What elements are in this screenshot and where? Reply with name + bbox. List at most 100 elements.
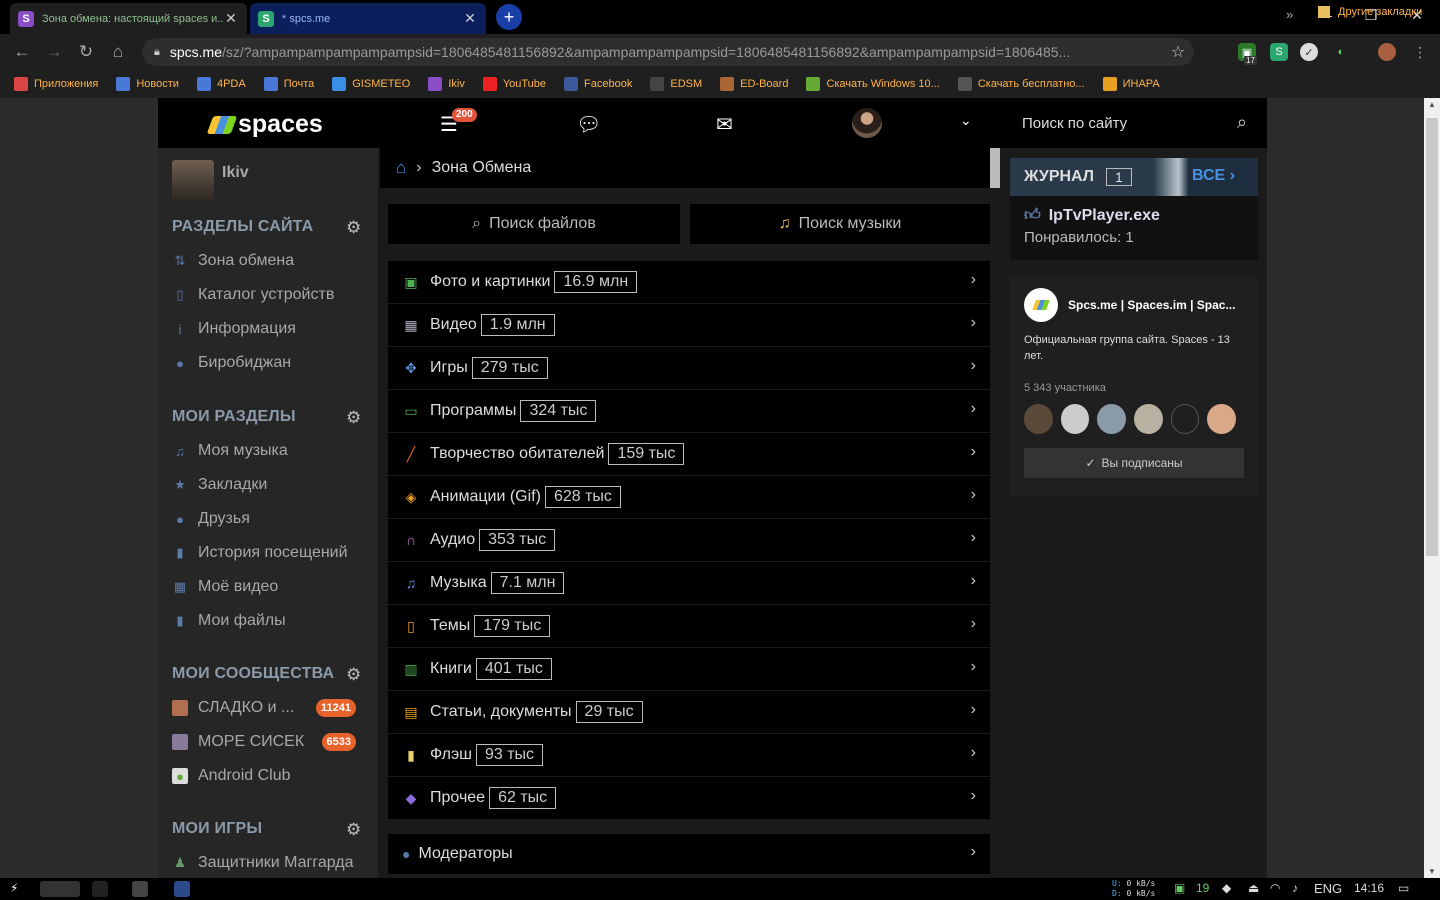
language-indicator[interactable]: ENG <box>1314 881 1342 896</box>
bookmark-item[interactable]: Скачать Windows 10... <box>806 77 940 91</box>
forward-icon[interactable]: → <box>42 40 66 64</box>
sidebar-item-my-music[interactable]: ♫ Моя музыка <box>172 442 372 460</box>
tab-exchange-zone[interactable]: S Зона обмена: настоящий spaces и... ✕ <box>10 3 247 34</box>
sidebar-community[interactable]: ● Android Club <box>172 767 372 785</box>
tray-drop-icon[interactable]: ◆ <box>1222 881 1231 895</box>
clock[interactable]: 14:16 <box>1354 881 1384 895</box>
bookmark-item[interactable]: Facebook <box>564 77 632 91</box>
sidebar-item-city[interactable]: ● Биробиджан <box>172 354 372 372</box>
subscribed-button[interactable]: ✓ Вы подписаны <box>1024 448 1244 478</box>
category-row[interactable]: ▭ Программы 324 тыс › <box>388 390 990 432</box>
journal-all-link[interactable]: ВСЕ › <box>1192 167 1235 185</box>
scroll-up-icon[interactable]: ▲ <box>1424 100 1440 109</box>
back-icon[interactable]: ← <box>10 40 34 64</box>
reload-icon[interactable]: ↻ <box>74 40 98 64</box>
close-tab-icon[interactable]: ✕ <box>462 10 478 27</box>
start-icon[interactable]: ⚡ <box>10 881 26 897</box>
sidebar-item-my-files[interactable]: ▮ Мои файлы <box>172 612 372 630</box>
sidebar-item-device-catalog[interactable]: ▯ Каталог устройств <box>172 286 372 304</box>
bookmark-item[interactable]: ED-Board <box>720 77 788 91</box>
avatar[interactable] <box>1207 404 1237 434</box>
sidebar-item-exchange-zone[interactable]: ⇅ Зона обмена <box>172 252 372 270</box>
close-tab-icon[interactable]: ✕ <box>223 10 239 27</box>
other-bookmarks[interactable]: Другие закладки <box>1318 6 1422 18</box>
taskbar-app-icon[interactable] <box>132 881 148 897</box>
bookmarks-more-icon[interactable]: » <box>1286 7 1293 22</box>
tab-spcs[interactable]: S * spcs.me ✕ <box>250 3 486 34</box>
tray-app-icon[interactable]: ▣ <box>1174 881 1185 895</box>
chat-icon[interactable]: 💬︎ <box>576 112 601 137</box>
bookmark-item[interactable]: 4PDA <box>196 77 246 91</box>
volume-icon[interactable]: ♪ <box>1292 881 1298 895</box>
address-bar[interactable]: 🔒︎ spcs.me/sz/?ampampampampampampsid=180… <box>142 38 1194 66</box>
category-row[interactable]: ▯ Темы 179 тыс › <box>388 605 990 647</box>
wifi-icon[interactable]: ◠ <box>1270 881 1280 895</box>
category-row[interactable]: ♫ Музыка 7.1 млн › <box>388 562 990 604</box>
home-icon[interactable]: ⌂ <box>106 40 130 64</box>
sidebar-community[interactable]: МОРЕ СИСЕК 6533 <box>172 733 372 751</box>
sidebar-item-bookmarks[interactable]: ★ Закладки <box>172 476 372 494</box>
gear-icon[interactable]: ⚙ <box>346 820 361 840</box>
avatar[interactable] <box>1097 404 1126 434</box>
bookmark-item[interactable]: Приложения <box>14 77 98 91</box>
avatar[interactable] <box>1024 404 1053 434</box>
menu-kebab-icon[interactable]: ⋮ <box>1408 40 1432 64</box>
bookmark-item[interactable]: ИНАРА <box>1102 77 1160 91</box>
gear-icon[interactable]: ⚙ <box>346 665 361 685</box>
new-tab-button[interactable]: + <box>496 4 522 30</box>
sidebar-item-game[interactable]: ♟ Защитники Маггарда <box>172 854 372 872</box>
group-header[interactable]: Spcs.me | Spaces.im | Spac... <box>1024 288 1244 322</box>
taskbar-chrome[interactable] <box>40 881 80 897</box>
taskbar-app-icon[interactable] <box>174 881 190 897</box>
category-row[interactable]: ◆ Прочее 62 тыс › <box>388 777 990 819</box>
gear-icon[interactable]: ⚙ <box>346 408 361 428</box>
site-search-input[interactable]: Поиск по сайту ⌕ <box>1010 98 1267 148</box>
bookmark-item[interactable]: YouTube <box>482 77 546 91</box>
home-icon[interactable]: ⌂ <box>396 158 406 178</box>
search-music-button[interactable]: ♫ Поиск музыки <box>690 204 990 244</box>
sidebar-user[interactable]: Ikiv <box>172 160 249 202</box>
search-files-button[interactable]: ⌕ Поиск файлов <box>388 204 680 244</box>
sidebar-item-my-video[interactable]: ▦ Моё видео <box>172 578 372 596</box>
category-row[interactable]: ▤ Статьи, документы 29 тыс › <box>388 691 990 733</box>
category-row[interactable]: ╱ Творчество обитателей 159 тыс › <box>388 433 990 475</box>
category-row[interactable]: ∩ Аудио 353 тыс › <box>388 519 990 561</box>
bookmark-star-icon[interactable]: ☆ <box>1162 42 1194 62</box>
sidebar-item-info[interactable]: i Информация <box>172 320 372 338</box>
group-members[interactable]: 5 343 участника <box>1024 382 1244 394</box>
sidebar-community[interactable]: СЛАДКО и ... 11241 <box>172 699 372 717</box>
category-row[interactable]: ▦ Видео 1.9 млн › <box>388 304 990 346</box>
avatar[interactable] <box>1133 404 1163 434</box>
moderators-link[interactable]: ● Модераторы › <box>388 834 990 874</box>
category-row[interactable]: ◈ Анимации (Gif) 628 тыс › <box>388 476 990 518</box>
category-row[interactable]: ▮ Флэш 93 тыс › <box>388 734 990 776</box>
bookmark-item[interactable]: Почта <box>263 77 314 91</box>
bookmark-item[interactable]: EDSM <box>650 77 702 91</box>
sidebar-item-history[interactable]: ▮ История посещений <box>172 544 372 562</box>
taskbar-app-icon[interactable] <box>92 881 108 897</box>
avatar[interactable] <box>1170 404 1200 434</box>
mail-icon[interactable]: ✉ <box>716 112 733 137</box>
page-scrollbar[interactable]: ▲ ▼ <box>1424 98 1440 878</box>
avatar[interactable] <box>1060 404 1090 434</box>
spaces-logo[interactable]: spaces <box>206 110 323 139</box>
notifications-center-icon[interactable]: ▭ <box>1398 881 1409 895</box>
check-extension-icon[interactable]: ✓ <box>1300 43 1318 61</box>
scroll-down-icon[interactable]: ▼ <box>1424 867 1440 876</box>
journal-file-link[interactable]: 👍︎ IpTvPlayer.exe <box>1024 206 1244 225</box>
tray-eject-icon[interactable]: ⏏ <box>1248 881 1259 895</box>
profile-avatar-icon[interactable] <box>1378 43 1396 61</box>
bookmark-item[interactable]: Ikiv <box>428 77 465 91</box>
bookmark-item[interactable]: Скачать бесплатно... <box>957 77 1085 91</box>
bookmark-item[interactable]: GISMETEO <box>332 77 410 91</box>
spaces-extension-icon[interactable]: S <box>1270 43 1288 61</box>
category-row[interactable]: ▣ Фото и картинки 16.9 млн › <box>388 261 990 303</box>
scrollbar-thumb[interactable] <box>1426 118 1438 556</box>
chevron-down-icon[interactable]: ⌄ <box>960 112 972 129</box>
search-icon[interactable]: ⌕ <box>1237 112 1247 133</box>
vpn-extension-icon[interactable]: ◐ <box>1332 43 1350 61</box>
gear-icon[interactable]: ⚙ <box>346 218 361 238</box>
sidebar-item-friends[interactable]: ● Друзья <box>172 510 372 528</box>
bookmark-item[interactable]: Новости <box>116 77 179 91</box>
category-row[interactable]: ✥ Игры 279 тыс › <box>388 347 990 389</box>
